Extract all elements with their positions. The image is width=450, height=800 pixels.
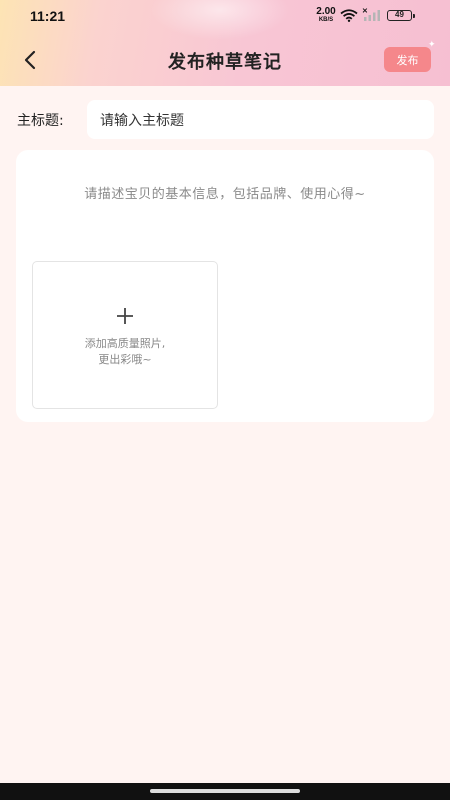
back-button[interactable] (14, 44, 46, 76)
photo-hint-line-2: 更出彩哦~ (98, 353, 152, 366)
page-title: 发布种草笔记 (168, 52, 282, 73)
photo-hint: 添加高质量照片, 更出彩哦~ (33, 336, 217, 368)
description-placeholder: 请描述宝贝的基本信息，包括品牌、使用心得~ (84, 187, 366, 202)
title-input-placeholder: 请输入主标题 (100, 112, 184, 129)
wifi-icon (340, 9, 358, 22)
network-speed-value: 2.00 (316, 6, 336, 17)
status-time: 11:21 (30, 8, 66, 24)
title-label: 主标题: (17, 113, 64, 129)
description-input[interactable]: 请描述宝贝的基本信息，包括品牌、使用心得~ (16, 150, 434, 250)
back-arrow-icon (24, 50, 36, 70)
system-navigation-bar (0, 783, 450, 800)
title-input[interactable]: 请输入主标题 (87, 100, 434, 139)
battery-level: 49 (395, 10, 404, 19)
signal-icon (364, 10, 380, 21)
photo-hint-line-1: 添加高质量照片, (84, 337, 166, 350)
status-bar: 11:21 2.00 KB/S ✕ 49 (0, 0, 450, 32)
network-speed: 2.00 KB/S (314, 6, 338, 24)
home-bar[interactable] (150, 789, 300, 793)
sparkle-icon: ✦ (428, 40, 436, 50)
plus-icon (117, 308, 133, 324)
battery-icon: 49 (387, 10, 415, 21)
network-speed-unit: KB/S (318, 17, 334, 23)
add-photo-button[interactable]: 添加高质量照片, 更出彩哦~ (32, 261, 218, 409)
content-card: 请描述宝贝的基本信息，包括品牌、使用心得~ 添加高质量照片, 更出彩哦~ (16, 150, 434, 422)
publish-button[interactable]: 发布 (384, 47, 431, 72)
